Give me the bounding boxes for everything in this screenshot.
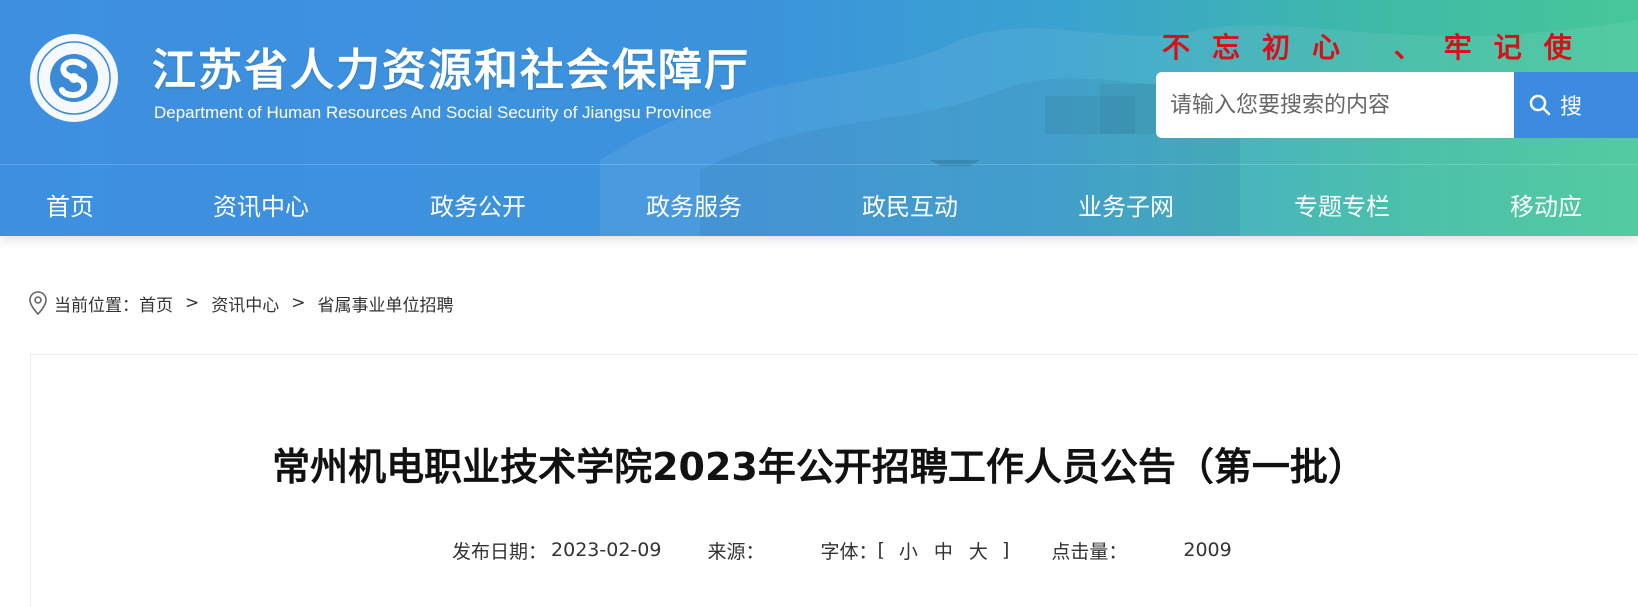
search-icon [1529, 94, 1551, 116]
nav-item-interaction[interactable]: 政民互动 [862, 187, 958, 222]
breadcrumb-home[interactable]: 首页 [139, 291, 173, 316]
click-count-label: 点击量： [1051, 540, 1128, 563]
font-size-medium[interactable]: 中 [934, 537, 953, 564]
search-box [1156, 72, 1516, 138]
font-size-bracket-open: [ [877, 539, 885, 561]
nav-item-home[interactable]: 首页 [46, 187, 94, 222]
font-size-bracket-close: ] [1001, 539, 1010, 561]
department-logo[interactable] [28, 32, 120, 124]
search-button[interactable]: 搜 [1514, 72, 1638, 138]
site-title: 江苏省人力资源和社会保障厅 [152, 45, 750, 96]
publish-date-label: 发布日期： [452, 540, 548, 563]
search-button-label: 搜 [1560, 95, 1583, 120]
breadcrumb-news[interactable]: 资讯中心 [211, 291, 279, 316]
source-label: 来源： [707, 540, 765, 563]
font-size-small[interactable]: 小 [899, 537, 918, 564]
slogan: 不忘初心 、牢记使 [1162, 31, 1594, 64]
article-meta: 发布日期： 2023-02-09 来源： 字体： [ 小 中 大 ] 点击量： … [452, 537, 1232, 563]
site-header: 江苏省人力资源和社会保障厅 Department of Human Resour… [0, 0, 1638, 236]
nav-item-mobile[interactable]: 移动应 [1510, 187, 1582, 222]
breadcrumb: 当前位置： 首页 > 资讯中心 > 省属事业单位招聘 [28, 290, 454, 316]
font-size-label: 字体： [820, 540, 878, 563]
publish-date: 2023-02-09 [551, 539, 662, 561]
site-subtitle: Department of Human Resources And Social… [154, 103, 712, 122]
breadcrumb-prefix: 当前位置： [54, 295, 139, 316]
nav-item-subsites[interactable]: 业务子网 [1078, 187, 1174, 222]
breadcrumb-separator: > [291, 293, 306, 313]
article-title: 常州机电职业技术学院2023年公开招聘工作人员公告（第一批） [272, 445, 1366, 489]
breadcrumb-separator: > [185, 293, 200, 313]
nav-item-special-topics[interactable]: 专题专栏 [1294, 187, 1390, 222]
nav-item-news[interactable]: 资讯中心 [213, 187, 309, 222]
breadcrumb-current[interactable]: 省属事业单位招聘 [318, 291, 454, 316]
font-size-large[interactable]: 大 [969, 537, 988, 564]
nav-item-government-affairs[interactable]: 政务公开 [430, 187, 526, 222]
click-count: 2009 [1183, 539, 1232, 561]
search-input[interactable] [1156, 72, 1516, 138]
nav-item-services[interactable]: 政务服务 [646, 187, 742, 222]
location-pin-icon [29, 291, 47, 315]
main-nav: 首页 资讯中心 政务公开 政务服务 政民互动 业务子网 专题专栏 移动应 [0, 165, 1638, 236]
